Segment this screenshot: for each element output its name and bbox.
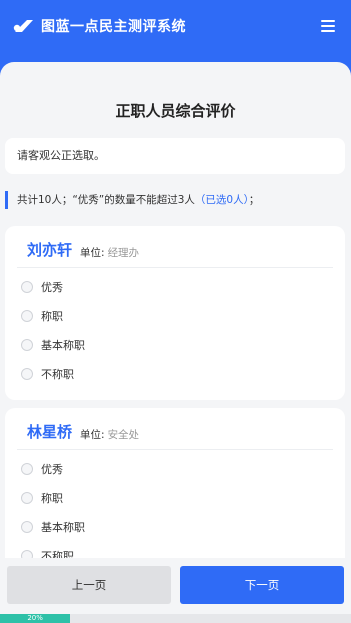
progress-fill: 20% [0, 614, 71, 623]
candidate-name: 林星桥 [27, 423, 73, 441]
option-competent[interactable]: 称职 [5, 483, 345, 512]
radio-icon[interactable] [21, 309, 33, 322]
selected-count: （已选0人） [194, 194, 249, 206]
option-excellent[interactable]: 优秀 [5, 272, 345, 301]
progress-bar: 20% [0, 614, 351, 623]
unit-label: 单位: [80, 247, 105, 259]
next-page-button[interactable]: 下一页 [180, 566, 344, 604]
content-sheet: 正职人员综合评价 请客观公正选取。 共计10人；“优秀”的数量不能超过3人（已选… [0, 62, 351, 623]
option-label: 称职 [41, 309, 63, 323]
page-title: 正职人员综合评价 [115, 102, 236, 120]
evaluation-page: 图蓝一点民主测评系统 正职人员综合评价 请客观公正选取。 共计10人；“优秀”的… [0, 0, 351, 623]
radio-icon[interactable] [21, 280, 33, 293]
option-label: 称职 [41, 491, 63, 505]
option-label: 优秀 [41, 462, 63, 476]
radio-icon[interactable] [21, 462, 33, 475]
candidate-name: 刘亦轩 [27, 241, 73, 259]
rule-suffix: ； [248, 194, 260, 206]
prev-page-button[interactable]: 上一页 [7, 566, 171, 604]
option-label: 基本称职 [41, 520, 85, 534]
option-basically-competent[interactable]: 基本称职 [5, 330, 345, 359]
radio-icon[interactable] [21, 338, 33, 351]
unit-label: 单位: [80, 429, 105, 441]
selection-rule: 共计10人；“优秀”的数量不能超过3人（已选0人）； [5, 191, 259, 209]
radio-icon[interactable] [21, 520, 33, 533]
option-label: 优秀 [41, 280, 63, 294]
unit-value: 安全处 [107, 429, 140, 441]
option-excellent[interactable]: 优秀 [5, 454, 345, 483]
rule-text: 共计10人；“优秀”的数量不能超过3人 [17, 194, 195, 206]
rating-options: 优秀 称职 基本称职 不称职 [5, 450, 345, 570]
candidate-card: 刘亦轩 单位: 经理办 优秀 称职 基本称职 不称职 [5, 226, 345, 400]
notice-box: 请客观公正选取。 [5, 138, 345, 174]
brand: 图蓝一点民主测评系统 [12, 16, 186, 36]
option-label: 基本称职 [41, 338, 85, 352]
option-basically-competent[interactable]: 基本称职 [5, 512, 345, 541]
hamburger-menu-icon[interactable] [321, 20, 337, 34]
radio-icon[interactable] [21, 491, 33, 504]
candidate-header: 林星桥 单位: 安全处 [17, 408, 333, 450]
radio-icon[interactable] [21, 367, 33, 380]
candidate-header: 刘亦轩 单位: 经理办 [17, 226, 333, 268]
unit-value: 经理办 [107, 247, 140, 259]
option-label: 不称职 [41, 367, 74, 381]
option-incompetent[interactable]: 不称职 [5, 359, 345, 388]
rating-options: 优秀 称职 基本称职 不称职 [5, 268, 345, 388]
brand-logo-icon [12, 16, 36, 36]
brand-title: 图蓝一点民主测评系统 [41, 19, 186, 35]
option-competent[interactable]: 称职 [5, 301, 345, 330]
pagination-bar: 上一页 下一页 [0, 558, 351, 614]
